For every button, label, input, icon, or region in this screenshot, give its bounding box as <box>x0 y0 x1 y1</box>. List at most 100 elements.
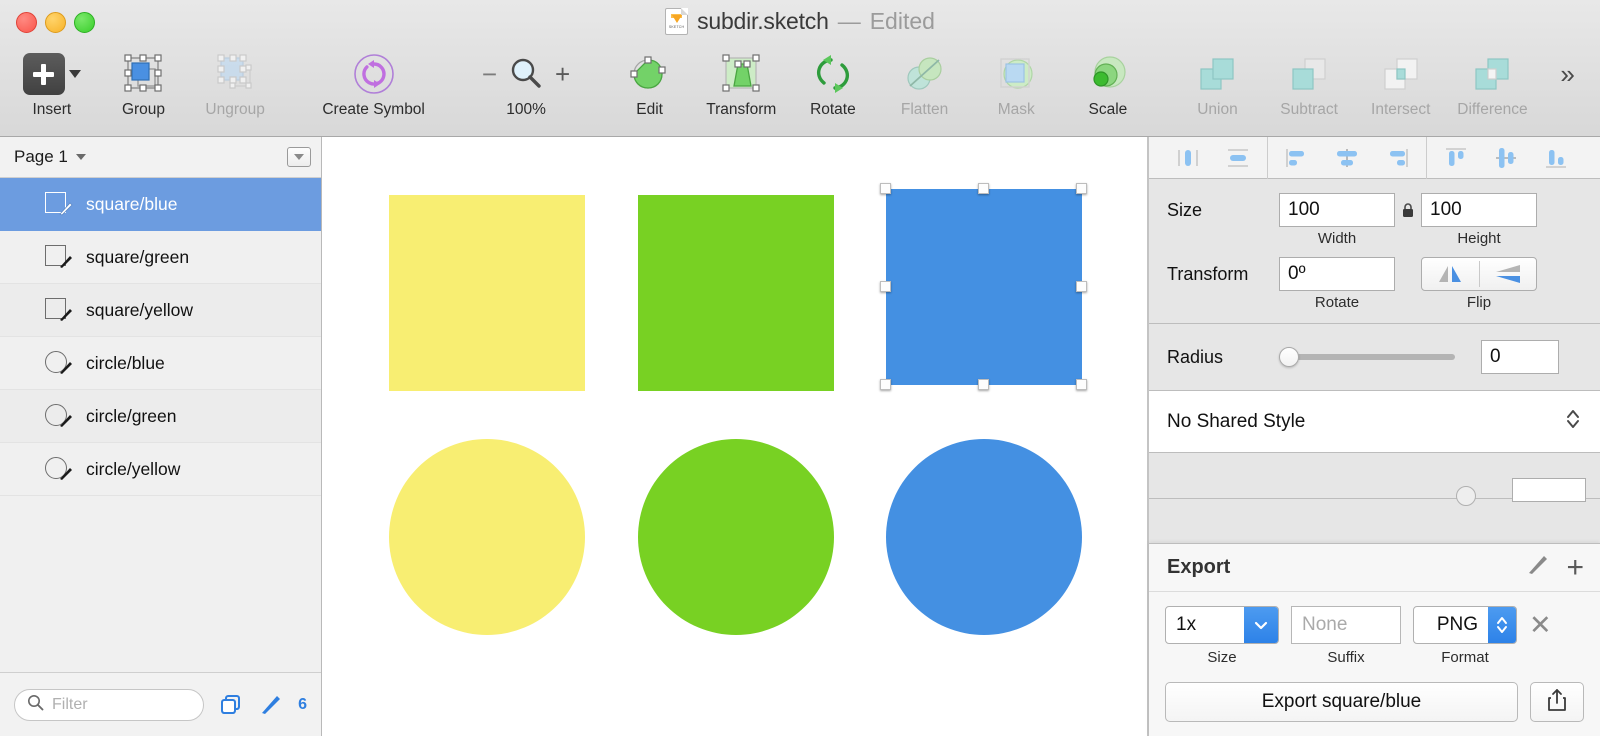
export-footer: Export square/blue <box>1149 676 1600 736</box>
align-top-icon[interactable] <box>1431 137 1481 179</box>
resize-handle-se[interactable] <box>1076 379 1087 390</box>
resize-handle-w[interactable] <box>880 281 891 292</box>
window-title-bar: SKETCH subdir.sketch — Edited <box>0 6 1600 36</box>
page-selector[interactable]: Page 1 <box>14 147 86 167</box>
layer-row-circle-blue[interactable]: circle/blue <box>0 337 321 390</box>
toolbar-button-insert[interactable]: Insert <box>6 44 98 119</box>
flip-vertical-button[interactable] <box>1480 258 1537 290</box>
toolbar-button-mask[interactable]: Mask <box>970 44 1062 119</box>
toolbar-label-flatten: Flatten <box>900 101 949 118</box>
layer-row-square-green[interactable]: square/green <box>0 231 321 284</box>
page-options-button[interactable] <box>287 147 311 167</box>
toolbar-button-create-symbol[interactable]: Create Symbol <box>299 44 448 119</box>
chevron-down-icon <box>294 154 304 160</box>
distribute-group <box>1163 137 1263 179</box>
chevron-up-down-icon[interactable] <box>1488 607 1516 643</box>
zoom-magnifier-icon: − + <box>482 50 570 98</box>
flip-horizontal-button[interactable] <box>1422 258 1479 290</box>
export-button[interactable]: Export square/blue <box>1165 682 1518 722</box>
resize-handle-nw[interactable] <box>880 183 891 194</box>
group-icon <box>120 50 166 98</box>
toolbar-label-union: Union <box>1197 101 1238 118</box>
toolbar-label-mask: Mask <box>997 101 1035 118</box>
union-icon <box>1195 50 1239 98</box>
resize-handle-sw[interactable] <box>880 379 891 390</box>
align-bottom-icon[interactable] <box>1531 137 1581 179</box>
distribute-vertically-icon[interactable] <box>1213 137 1263 179</box>
toolbar-button-union[interactable]: Union <box>1172 44 1264 119</box>
resize-handle-n[interactable] <box>978 183 989 194</box>
toolbar-button-scale[interactable]: Scale <box>1062 44 1154 119</box>
toolbar-button-group[interactable]: Group <box>98 44 190 119</box>
sidebar-footer: Filter 6 <box>0 672 321 736</box>
zoom-out-icon[interactable]: − <box>482 59 497 90</box>
align-vertical-center-icon[interactable] <box>1481 137 1531 179</box>
export-panel: Export + 1x Size None Suffix PNG Format … <box>1149 543 1600 736</box>
toolbar-label-rotate: Rotate <box>810 101 856 118</box>
shared-style-select[interactable]: No Shared Style <box>1149 391 1600 453</box>
add-export-preset-icon[interactable]: + <box>1566 552 1584 582</box>
chevron-double-right-icon[interactable]: » <box>1560 59 1575 90</box>
export-suffix-placeholder: None <box>1302 614 1348 635</box>
toolbar-zoom-control[interactable]: − + 100% <box>466 44 586 119</box>
resize-handle-e[interactable] <box>1076 281 1087 292</box>
rotate-icon <box>811 50 855 98</box>
export-suffix-input[interactable]: None <box>1291 606 1401 644</box>
radius-slider[interactable] <box>1279 347 1455 367</box>
radius-slider-knob[interactable] <box>1279 347 1299 367</box>
toolbar-button-difference[interactable]: Difference <box>1447 44 1539 119</box>
rotate-input[interactable]: 0º <box>1279 257 1395 291</box>
layer-row-circle-yellow[interactable]: circle/yellow <box>0 443 321 496</box>
canvas-shape-circle-blue[interactable] <box>886 439 1082 635</box>
export-size-select[interactable]: 1x <box>1165 606 1279 644</box>
align-right-icon[interactable] <box>1372 137 1422 179</box>
toolbar-button-flatten[interactable]: Flatten <box>879 44 971 119</box>
toolbar-overflow-button[interactable]: » <box>1538 44 1594 98</box>
export-format-select[interactable]: PNG <box>1413 606 1517 644</box>
resize-handle-ne[interactable] <box>1076 183 1087 194</box>
canvas-shape-square-green[interactable] <box>638 195 834 391</box>
toolbar-label-group: Group <box>121 101 166 118</box>
canvas-shape-square-yellow[interactable] <box>389 195 585 391</box>
remove-export-preset-icon[interactable]: ✕ <box>1529 606 1552 644</box>
toolbar-button-rotate[interactable]: Rotate <box>787 44 879 119</box>
toolbar-button-intersect[interactable]: Intersect <box>1355 44 1447 119</box>
layer-row-circle-green[interactable]: circle/green <box>0 390 321 443</box>
align-horizontal-group <box>1272 137 1422 179</box>
toolbar-button-ungroup[interactable]: Ungroup <box>189 44 281 119</box>
canvas-shape-circle-yellow[interactable] <box>389 439 585 635</box>
radius-section: Radius 0 <box>1149 324 1600 391</box>
zoom-in-icon[interactable]: + <box>555 59 570 90</box>
canvas-area[interactable] <box>322 137 1148 736</box>
layer-name: circle/yellow <box>86 458 181 479</box>
share-button[interactable] <box>1530 682 1584 722</box>
shared-style-value: No Shared Style <box>1167 410 1306 432</box>
layer-row-square-yellow[interactable]: square/yellow <box>0 284 321 337</box>
height-input[interactable]: 100 <box>1421 193 1537 227</box>
radius-input[interactable]: 0 <box>1481 340 1559 374</box>
export-size-value: 1x <box>1176 614 1197 635</box>
toolbar-button-edit[interactable]: Edit <box>604 44 696 119</box>
align-left-icon[interactable] <box>1272 137 1322 179</box>
toolbar-button-transform[interactable]: Transform <box>695 44 787 119</box>
canvas-shape-circle-green[interactable] <box>638 439 834 635</box>
slice-pen-icon[interactable] <box>258 692 284 718</box>
toolbar-button-subtract[interactable]: Subtract <box>1263 44 1355 119</box>
chevron-down-icon[interactable] <box>1244 607 1278 643</box>
toolbar-label-ungroup: Ungroup <box>205 101 265 118</box>
layer-row-square-blue[interactable]: square/blue <box>0 178 321 231</box>
title-dash: — <box>837 7 861 34</box>
layer-name: square/green <box>86 246 190 267</box>
align-horizontal-center-icon[interactable] <box>1322 137 1372 179</box>
resize-handle-s[interactable] <box>978 379 989 390</box>
lock-icon[interactable] <box>1395 202 1421 218</box>
filter-input[interactable]: Filter <box>14 688 205 721</box>
duplicate-layers-icon[interactable] <box>218 692 244 718</box>
slice-pen-icon[interactable] <box>1526 553 1550 582</box>
insert-plus-icon <box>22 50 81 98</box>
width-input[interactable]: 100 <box>1279 193 1395 227</box>
layer-shape-circle-icon <box>44 401 74 431</box>
export-format-caption: Format <box>1441 649 1489 666</box>
layer-shape-circle-icon <box>44 348 74 378</box>
distribute-horizontally-icon[interactable] <box>1163 137 1213 179</box>
